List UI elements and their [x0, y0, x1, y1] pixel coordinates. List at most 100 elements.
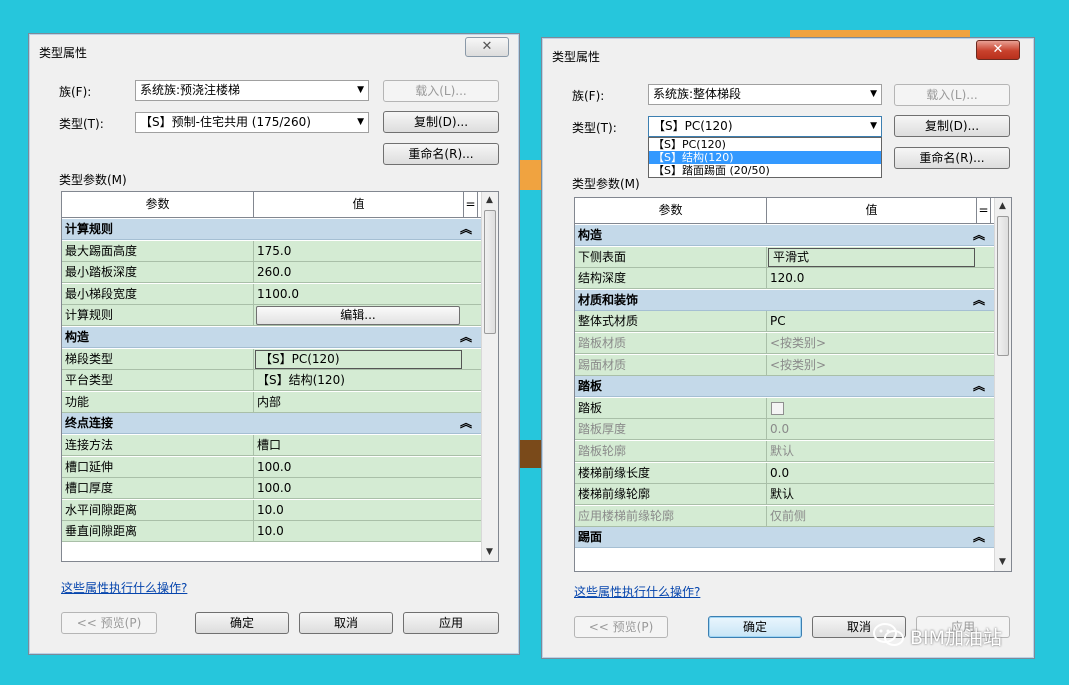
- param-value[interactable]: 260.0: [254, 262, 464, 283]
- param-value-editor[interactable]: 平滑式: [768, 247, 975, 267]
- param-row[interactable]: 踏板: [575, 397, 994, 419]
- param-value-editor[interactable]: 【S】PC(120): [255, 349, 462, 369]
- col-value-header[interactable]: 值: [767, 198, 977, 223]
- param-row[interactable]: 功能 内部: [62, 391, 481, 413]
- scroll-thumb[interactable]: [997, 216, 1009, 356]
- param-row[interactable]: 槽口厚度 100.0: [62, 478, 481, 500]
- group-row[interactable]: 踢面 ︽: [575, 527, 994, 549]
- param-name: 功能: [62, 391, 254, 413]
- dropdown-option[interactable]: 【S】PC(120): [649, 138, 881, 151]
- param-row[interactable]: 应用楼梯前缘轮廓 仅前侧: [575, 505, 994, 527]
- param-row[interactable]: 整体式材质 PC: [575, 311, 994, 333]
- group-row[interactable]: 构造 ︽: [62, 327, 481, 348]
- param-row[interactable]: 平台类型 【S】结构(120): [62, 370, 481, 392]
- apply-button[interactable]: 应用: [403, 612, 499, 634]
- col-eq-header[interactable]: =: [464, 192, 478, 217]
- param-value[interactable]: 默认: [767, 484, 977, 505]
- preview-button[interactable]: << 预览(P): [61, 612, 157, 634]
- col-param-header[interactable]: 参数: [575, 198, 767, 223]
- cancel-button[interactable]: 取消: [299, 612, 393, 634]
- param-row[interactable]: 踏板材质 <按类别>: [575, 333, 994, 354]
- param-row[interactable]: 水平间隙距离 10.0: [62, 499, 481, 521]
- param-row[interactable]: 连接方法 槽口: [62, 435, 481, 456]
- ok-button[interactable]: 确定: [195, 612, 289, 634]
- group-row[interactable]: 构造 ︽: [575, 225, 994, 246]
- param-row[interactable]: 最小踏板深度 260.0: [62, 262, 481, 284]
- checkbox[interactable]: [771, 401, 784, 415]
- param-row[interactable]: 结构深度 120.0: [575, 268, 994, 290]
- collapse-chevron-icon[interactable]: ︽: [460, 327, 472, 348]
- dropdown-option[interactable]: 【S】结构(120): [649, 151, 881, 164]
- scroll-down-icon[interactable]: ▼: [999, 557, 1006, 567]
- param-row[interactable]: 计算规则 编辑...: [62, 305, 481, 327]
- param-value[interactable]: 120.0: [767, 268, 977, 289]
- param-value[interactable]: 0.0: [767, 463, 977, 484]
- scroll-down-icon[interactable]: ▼: [486, 547, 493, 557]
- param-value[interactable]: 100.0: [254, 457, 464, 478]
- collapse-chevron-icon[interactable]: ︽: [973, 225, 985, 246]
- param-row[interactable]: 垂直间隙距离 10.0: [62, 521, 481, 543]
- scroll-thumb[interactable]: [484, 210, 496, 334]
- param-value[interactable]: 【S】结构(120): [254, 370, 464, 391]
- edit-button[interactable]: 编辑...: [256, 306, 460, 326]
- param-value[interactable]: 仅前侧: [767, 506, 977, 527]
- collapse-chevron-icon[interactable]: ︽: [460, 413, 472, 434]
- load-button[interactable]: 载入(L)...: [894, 84, 1010, 106]
- ok-button[interactable]: 确定: [708, 616, 802, 638]
- group-label: 构造: [578, 228, 603, 242]
- param-value[interactable]: 175.0: [254, 241, 464, 262]
- param-value[interactable]: 100.0: [254, 478, 464, 499]
- rename-button[interactable]: 重命名(R)...: [383, 143, 499, 165]
- param-value[interactable]: 10.0: [254, 521, 464, 542]
- param-value[interactable]: 10.0: [254, 500, 464, 521]
- param-value[interactable]: 1100.0: [254, 284, 464, 305]
- param-row[interactable]: 楼梯前缘长度 0.0: [575, 462, 994, 484]
- duplicate-button[interactable]: 复制(D)...: [894, 115, 1010, 137]
- param-value[interactable]: 默认: [767, 441, 977, 462]
- load-button[interactable]: 载入(L)...: [383, 80, 499, 102]
- help-link[interactable]: 这些属性执行什么操作?: [61, 579, 187, 596]
- param-row[interactable]: 最小梯段宽度 1100.0: [62, 283, 481, 305]
- group-row[interactable]: 材质和装饰 ︽: [575, 289, 994, 311]
- grid-scrollbar[interactable]: ▲ ▼: [481, 192, 498, 561]
- col-value-header[interactable]: 值: [254, 192, 464, 217]
- scroll-up-icon[interactable]: ▲: [999, 201, 1006, 211]
- family-select[interactable]: 系统族:预浇注楼梯 ▼: [135, 80, 369, 101]
- type-select[interactable]: 【S】PC(120) ▼: [648, 116, 882, 137]
- close-button[interactable]: ✕: [976, 40, 1020, 60]
- scroll-up-icon[interactable]: ▲: [486, 195, 493, 205]
- type-select[interactable]: 【S】预制-住宅共用 (175/260) ▼: [135, 112, 369, 133]
- type-properties-dialog-left: 类型属性 ✕ 族(F): 系统族:预浇注楼梯 ▼ 载入(L)... 类型(T):…: [28, 33, 520, 655]
- preview-button[interactable]: << 预览(P): [574, 616, 668, 638]
- close-button[interactable]: ✕: [465, 37, 509, 57]
- param-value[interactable]: 内部: [254, 392, 464, 413]
- collapse-chevron-icon[interactable]: ︽: [973, 527, 985, 548]
- param-value[interactable]: PC: [767, 311, 977, 332]
- param-row[interactable]: 楼梯前缘轮廓 默认: [575, 484, 994, 506]
- param-row[interactable]: 下侧表面 平滑式: [575, 246, 994, 268]
- param-row[interactable]: 最大踢面高度 175.0: [62, 240, 481, 262]
- param-value[interactable]: <按类别>: [767, 355, 977, 376]
- param-value[interactable]: <按类别>: [767, 333, 977, 354]
- family-select[interactable]: 系统族:整体梯段 ▼: [648, 84, 882, 105]
- col-param-header[interactable]: 参数: [62, 192, 254, 217]
- param-row[interactable]: 梯段类型 【S】PC(120): [62, 348, 481, 370]
- group-row[interactable]: 终点连接 ︽: [62, 413, 481, 435]
- rename-button[interactable]: 重命名(R)...: [894, 147, 1010, 169]
- col-eq-header[interactable]: =: [977, 198, 991, 223]
- collapse-chevron-icon[interactable]: ︽: [460, 219, 472, 240]
- param-row[interactable]: 踏板轮廓 默认: [575, 441, 994, 462]
- param-row[interactable]: 槽口延伸 100.0: [62, 456, 481, 478]
- param-row[interactable]: 踏板厚度 0.0: [575, 419, 994, 441]
- duplicate-button[interactable]: 复制(D)...: [383, 111, 499, 133]
- param-value[interactable]: 槽口: [254, 435, 464, 456]
- param-value[interactable]: 0.0: [767, 419, 977, 440]
- grid-scrollbar[interactable]: ▲ ▼: [994, 198, 1011, 571]
- group-row[interactable]: 计算规则 ︽: [62, 219, 481, 240]
- dropdown-option[interactable]: 【S】踏面踢面 (20/50): [649, 164, 881, 177]
- collapse-chevron-icon[interactable]: ︽: [973, 290, 985, 311]
- collapse-chevron-icon[interactable]: ︽: [973, 376, 985, 397]
- group-row[interactable]: 踏板 ︽: [575, 376, 994, 398]
- param-row[interactable]: 踢面材质 <按类别>: [575, 354, 994, 376]
- help-link[interactable]: 这些属性执行什么操作?: [574, 583, 700, 600]
